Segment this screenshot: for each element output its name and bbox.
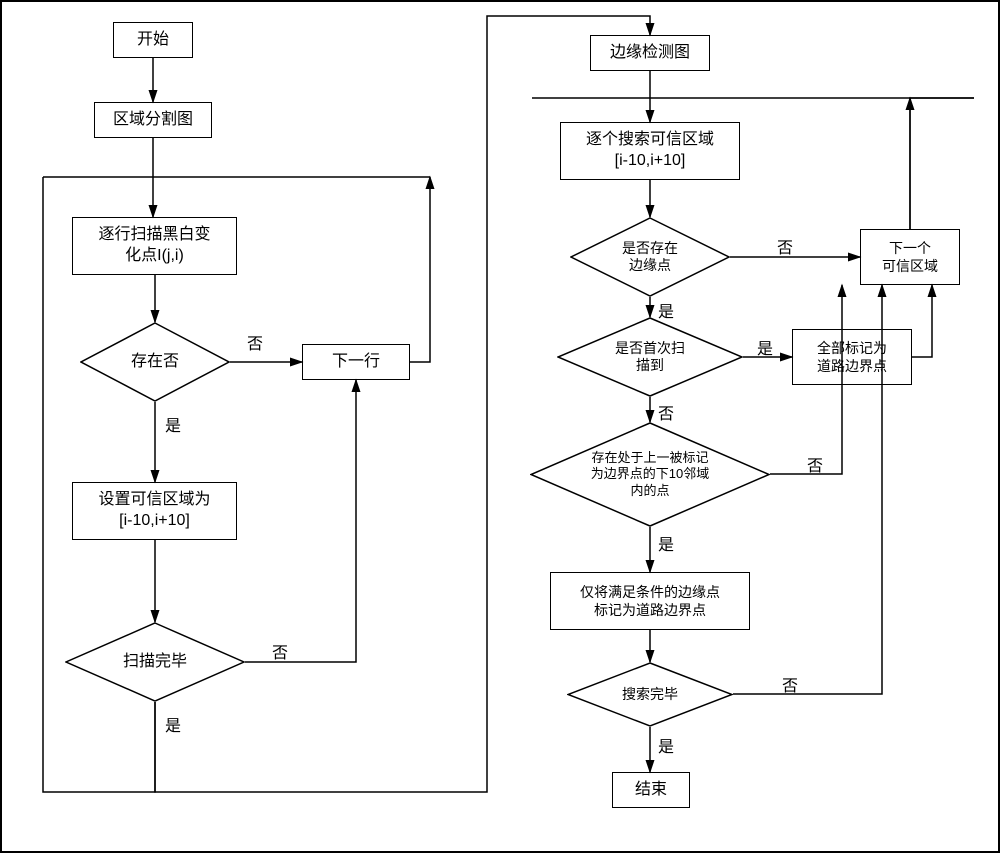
node-label: 下一行 [332,352,380,373]
edge-label-no: 否 [782,672,798,696]
flowchart-canvas: 开始 区域分割图 逐行扫描黑白变 化点I(j,i) 存在否 下一行 设置可信区域… [0,0,1000,853]
edge-label-no: 否 [247,330,263,354]
node-edge-map: 边缘检测图 [590,35,710,71]
edge-label-yes: 是 [658,733,674,757]
node-label: 仅将满足条件的边缘点 标记为道路边界点 [580,583,720,619]
node-label: 边缘检测图 [610,43,690,64]
edge-label-no: 否 [658,400,674,424]
node-exist-q: 存在否 [80,322,230,402]
node-label: 逐行扫描黑白变 化点I(j,i) [98,225,210,267]
node-label: 结束 [635,780,667,801]
node-scan-row: 逐行扫描黑白变 化点I(j,i) [72,217,237,275]
edge-label-yes: 是 [165,412,181,436]
edge-label-no: 否 [807,452,823,476]
edge-label-yes: 是 [165,712,181,736]
node-label: 开始 [137,30,169,51]
node-label: 设置可信区域为 [i-10,i+10] [98,490,210,532]
node-first-scan-q: 是否首次扫 描到 [557,317,743,397]
node-label: 存在否 [125,352,185,372]
node-mark-cond: 仅将满足条件的边缘点 标记为道路边界点 [550,572,750,630]
node-label: 全部标记为 道路边界点 [817,339,887,375]
node-neighbor-q: 存在处于上一被标记 为边界点的下10邻域 内的点 [530,422,770,527]
node-label: 是否首次扫 描到 [609,340,691,375]
node-search-done-q: 搜索完毕 [567,662,733,727]
edge-label-yes: 是 [658,298,674,322]
node-next-trust: 下一个 可信区域 [860,229,960,285]
node-edge-point-q: 是否存在 边缘点 [570,217,730,297]
node-label: 区域分割图 [113,110,193,131]
node-label: 是否存在 边缘点 [616,240,684,275]
edge-label-yes: 是 [757,335,773,359]
node-search-trust: 逐个搜索可信区域 [i-10,i+10] [560,122,740,180]
node-set-trust: 设置可信区域为 [i-10,i+10] [72,482,237,540]
node-start: 开始 [113,22,193,58]
edge-label-no: 否 [777,234,793,258]
node-label: 逐个搜索可信区域 [i-10,i+10] [586,130,714,172]
node-next-row: 下一行 [302,344,410,380]
edge-label-no: 否 [272,639,288,663]
node-scan-done-q: 扫描完毕 [65,622,245,702]
node-label: 搜索完毕 [616,686,684,704]
node-region-seg: 区域分割图 [94,102,212,138]
node-label: 扫描完毕 [117,652,193,672]
node-label: 下一个 可信区域 [882,239,938,275]
node-mark-all: 全部标记为 道路边界点 [792,329,912,385]
node-end: 结束 [612,772,690,808]
node-label: 存在处于上一被标记 为边界点的下10邻域 内的点 [585,450,715,499]
edge-label-yes: 是 [658,531,674,555]
